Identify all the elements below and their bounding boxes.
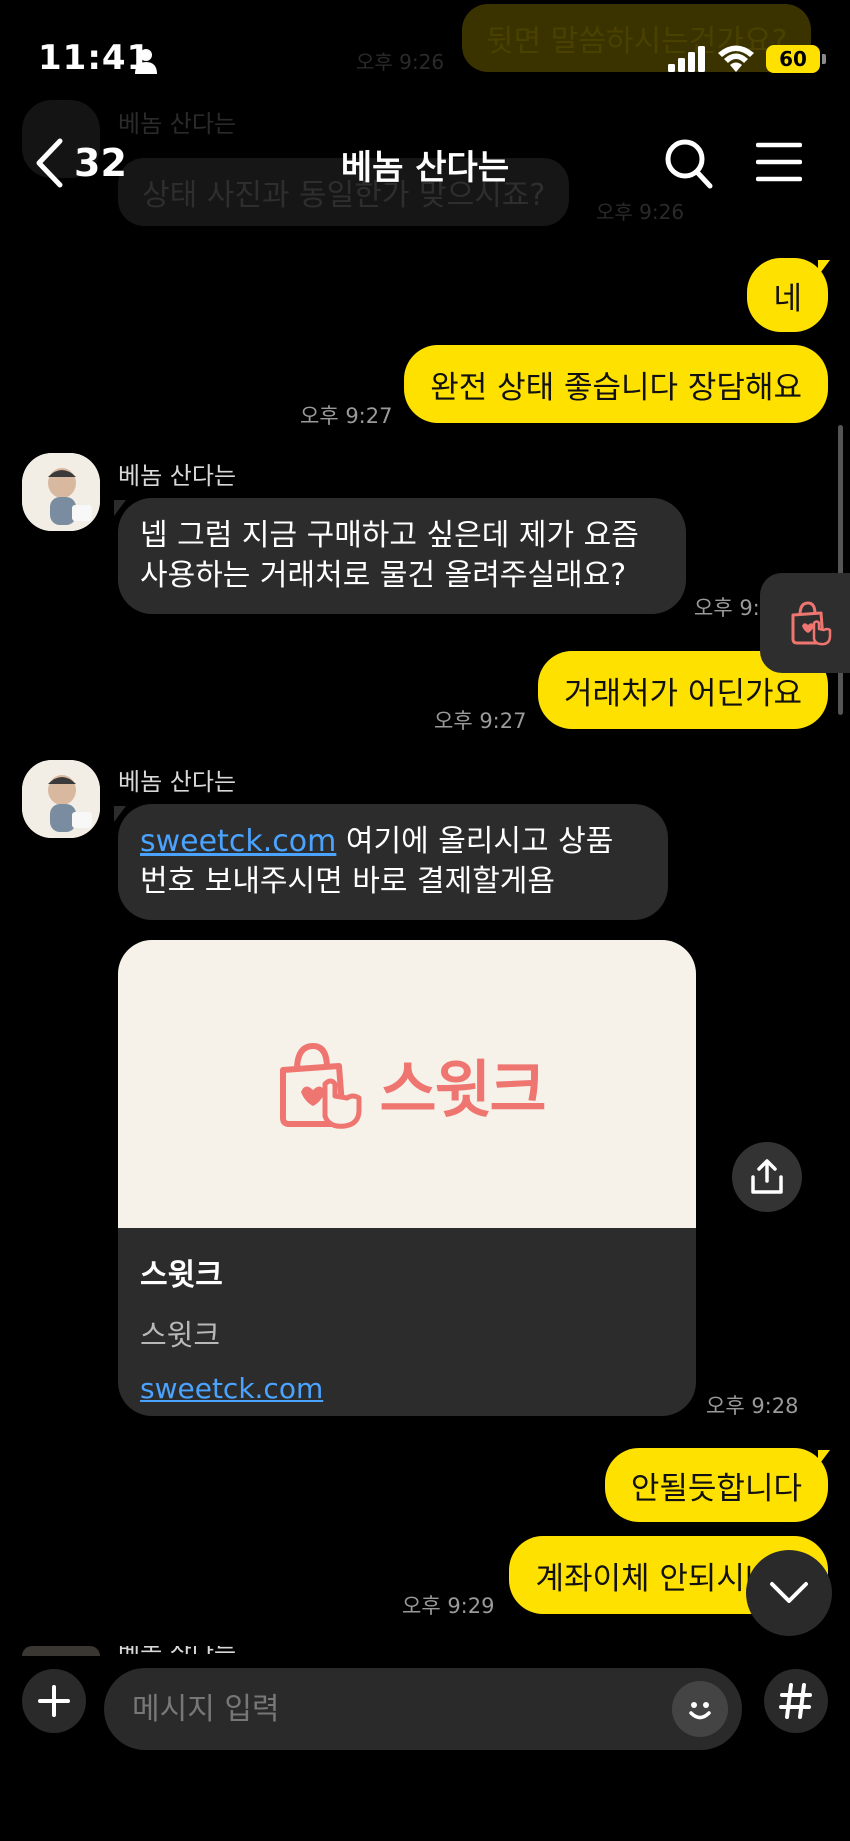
message-time: 오후 9: xyxy=(694,596,760,620)
card-brand-logo: 스윗크 xyxy=(379,1053,546,1126)
scroll-to-bottom-button[interactable] xyxy=(746,1550,832,1636)
message-time: 오후 9:27 xyxy=(300,404,393,428)
baby-photo xyxy=(22,453,100,531)
link-preview-card[interactable]: 스윗크 스윗크 스윗크 sweetck.com xyxy=(118,940,696,1416)
chat-title: 베놈 산다는 xyxy=(340,148,510,188)
faded-sender: 베놈 산다는 xyxy=(118,110,237,138)
hamburger-icon[interactable] xyxy=(756,142,802,182)
message-text: 여기에 올리시고 상품 xyxy=(336,824,614,859)
message-text: 완전 상태 좋습니다 장담해요 xyxy=(430,369,802,406)
card-url[interactable]: sweetck.com xyxy=(140,1372,674,1405)
search-icon[interactable] xyxy=(664,138,714,190)
plus-icon xyxy=(38,1685,70,1717)
message-text-line: 번호 보내주시면 바로 결제할게욤 xyxy=(140,864,556,899)
message-input-container xyxy=(104,1668,742,1750)
faded-timestamp: 오후 9:26 xyxy=(596,200,685,224)
attach-button[interactable] xyxy=(22,1669,86,1733)
message-input[interactable] xyxy=(132,1668,652,1750)
message-time: 오후 9:28 xyxy=(706,1394,799,1418)
sender-name: 베놈 산다는 xyxy=(118,768,237,796)
message-time: 오후 9:29 xyxy=(402,1594,495,1618)
message-text-line: sweetck.com 여기에 올리시고 상품 xyxy=(140,822,646,862)
shopping-bag-icon xyxy=(280,1042,362,1129)
card-image: 스윗크 xyxy=(118,940,696,1228)
share-button[interactable] xyxy=(732,1142,802,1212)
shopping-bag-icon xyxy=(791,601,832,646)
outgoing-message[interactable]: 안될듯합니다 xyxy=(604,1448,828,1522)
status-indicators: 60 xyxy=(668,44,826,74)
cellular-signal-icon xyxy=(668,46,705,72)
card-info: 스윗크 스윗크 sweetck.com xyxy=(118,1228,696,1416)
avatar[interactable] xyxy=(22,760,100,838)
sender-name-partial: 베놈 산다는 xyxy=(118,1646,236,1654)
outgoing-message[interactable]: 네 xyxy=(747,258,828,332)
message-link[interactable]: sweetck.com xyxy=(140,824,336,859)
incoming-message[interactable]: sweetck.com 여기에 올리시고 상품 번호 보내주시면 바로 결제할게… xyxy=(118,804,668,920)
faded-timestamp: 오후 9:26 xyxy=(356,50,445,74)
hashtag-icon xyxy=(779,1683,812,1719)
person-icon xyxy=(135,49,157,74)
incoming-message[interactable]: 넵 그럼 지금 구매하고 싶은데 제가 요즘 사용하는 거래처로 물건 올려주실… xyxy=(118,498,686,614)
message-text: 안될듯합니다 xyxy=(630,1470,802,1507)
card-title: 스윗크 xyxy=(140,1258,223,1293)
message-text: 거래처가 어딘가요 xyxy=(563,675,802,712)
sender-name: 베놈 산다는 xyxy=(118,462,237,490)
floating-shop-button[interactable] xyxy=(760,573,850,673)
battery-indicator: 60 xyxy=(766,45,826,73)
emoji-icon xyxy=(689,1702,711,1720)
bubble-tail xyxy=(818,1450,830,1466)
bubble-tail xyxy=(818,260,830,276)
wifi-icon xyxy=(718,45,754,72)
avatar[interactable] xyxy=(22,453,100,531)
emoji-button[interactable] xyxy=(672,1681,728,1737)
chevron-down-icon xyxy=(770,1582,808,1603)
baby-photo xyxy=(22,760,100,838)
share-icon xyxy=(751,1159,783,1194)
avatar-partial xyxy=(22,1646,100,1656)
message-time: 오후 9:27 xyxy=(434,709,527,733)
message-text-line: 사용하는 거래처로 물건 올려주실래요? xyxy=(140,558,627,593)
message-text-line: 넵 그럼 지금 구매하고 싶은데 제가 요즘 xyxy=(140,518,639,553)
message-text: 네 xyxy=(773,280,802,317)
outgoing-message[interactable]: 완전 상태 좋습니다 장담해요 xyxy=(404,345,828,423)
card-description: 스윗크 xyxy=(140,1318,221,1352)
hashtag-button[interactable] xyxy=(764,1669,828,1733)
